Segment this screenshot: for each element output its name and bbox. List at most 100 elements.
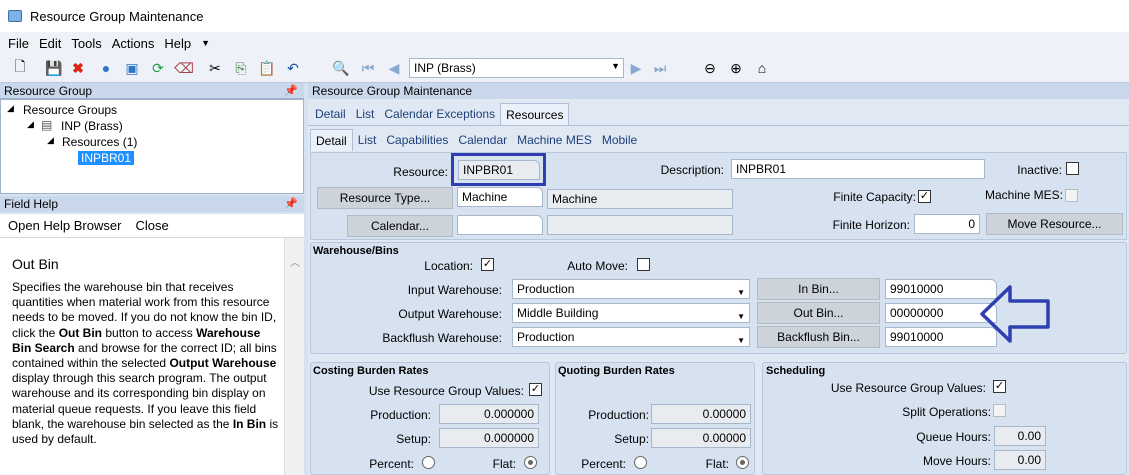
input-warehouse-value: Production: [517, 282, 575, 296]
tab-detail[interactable]: Detail: [310, 103, 351, 125]
queue-hours-field[interactable]: 0.00: [994, 426, 1046, 446]
delete-icon[interactable]: ✖: [68, 58, 88, 78]
subtab-detail[interactable]: Detail: [310, 129, 353, 151]
inactive-checkbox[interactable]: [1066, 162, 1079, 175]
calendar-button[interactable]: Calendar...: [347, 215, 453, 237]
queue-hours-label: Queue Hours:: [916, 430, 991, 444]
calendar-code-field[interactable]: [457, 215, 543, 235]
calendar-desc-field: [547, 215, 733, 235]
menu-overflow-icon[interactable]: ▼: [201, 38, 210, 48]
quoting-production-field[interactable]: 0.00000: [651, 404, 751, 424]
close-help-link[interactable]: Close: [135, 218, 168, 233]
prev-record-icon[interactable]: ◀: [384, 58, 404, 78]
chevron-down-icon: ▼: [737, 312, 745, 321]
chevron-down-icon: ▼: [737, 288, 745, 297]
tab-calendar-exceptions[interactable]: Calendar Exceptions: [379, 103, 500, 125]
copy-icon[interactable]: ⎘: [231, 58, 251, 78]
collapse-icon[interactable]: ◢: [27, 119, 34, 130]
tab-resources[interactable]: Resources: [500, 103, 570, 125]
open-help-browser-link[interactable]: Open Help Browser: [8, 218, 121, 233]
tree-node-selected-resource[interactable]: INPBR01: [78, 151, 135, 165]
quoting-flat-label: Flat:: [705, 457, 729, 471]
clear-icon[interactable]: ⌫: [174, 58, 194, 78]
quoting-flat-radio[interactable]: [736, 456, 749, 469]
save-icon[interactable]: 💾: [44, 58, 64, 78]
auto-move-label: Auto Move:: [567, 259, 628, 273]
inactive-label: Inactive:: [1017, 163, 1062, 177]
attach-icon[interactable]: ▣: [122, 58, 142, 78]
split-operations-checkbox[interactable]: [993, 404, 1006, 417]
pin-icon[interactable]: 📌: [284, 83, 298, 99]
sub-tabs: Detail List Capabilities Calendar Machin…: [310, 129, 642, 151]
auto-move-checkbox[interactable]: [637, 258, 650, 271]
in-bin-button[interactable]: In Bin...: [757, 278, 880, 300]
back-icon[interactable]: ⊖: [700, 58, 720, 78]
undo-icon[interactable]: ↶: [283, 58, 303, 78]
move-hours-field[interactable]: 0.00: [994, 450, 1046, 470]
description-field[interactable]: INPBR01: [731, 159, 985, 179]
menu-edit[interactable]: Edit: [39, 36, 61, 51]
app-icon: [8, 10, 22, 22]
finite-capacity-checkbox[interactable]: ✓: [918, 190, 931, 203]
menu-actions[interactable]: Actions: [112, 36, 155, 51]
comment-icon[interactable]: ●: [96, 58, 116, 78]
split-operations-label: Split Operations:: [902, 405, 991, 419]
menu-file[interactable]: File: [8, 36, 29, 51]
finite-horizon-field[interactable]: 0: [914, 214, 980, 234]
quoting-setup-field[interactable]: 0.00000: [651, 428, 751, 448]
help-scrollbar[interactable]: ︿: [284, 238, 304, 475]
input-warehouse-label: Input Warehouse:: [407, 283, 502, 297]
location-checkbox[interactable]: ✓: [481, 258, 494, 271]
backflush-warehouse-select[interactable]: Production ▼: [512, 327, 750, 347]
scroll-up-icon[interactable]: ︿: [290, 254, 300, 269]
search-icon[interactable]: 🔍: [331, 58, 351, 78]
input-warehouse-select[interactable]: Production ▼: [512, 279, 750, 299]
menu-help[interactable]: Help: [164, 36, 191, 51]
machine-mes-checkbox[interactable]: [1065, 189, 1078, 202]
subtab-list[interactable]: List: [353, 129, 382, 151]
costing-setup-field[interactable]: 0.000000: [439, 428, 539, 448]
scheduling-use-group-checkbox[interactable]: ✓: [993, 380, 1006, 393]
main-panel-title: Resource Group Maintenance: [312, 84, 473, 98]
refresh-icon[interactable]: ⟳: [148, 58, 168, 78]
costing-use-group-checkbox[interactable]: ✓: [529, 383, 542, 396]
menu-tools[interactable]: Tools: [71, 36, 101, 51]
output-warehouse-select[interactable]: Middle Building ▼: [512, 303, 750, 323]
help-text: Specifies the warehouse bin that receive…: [12, 280, 279, 447]
backflush-bin-button[interactable]: Backflush Bin...: [757, 326, 880, 348]
costing-percent-radio[interactable]: [422, 456, 435, 469]
forward-icon[interactable]: ⊕: [726, 58, 746, 78]
collapse-icon[interactable]: ◢: [7, 103, 14, 114]
home-icon[interactable]: ⌂: [752, 58, 772, 78]
subtab-machine-mes[interactable]: Machine MES: [512, 129, 597, 151]
pin-icon[interactable]: 📌: [284, 196, 298, 212]
move-resource-button[interactable]: Move Resource...: [986, 213, 1123, 235]
scheduling-title: Scheduling: [766, 365, 826, 377]
record-nav-combo[interactable]: INP (Brass) ▼: [409, 58, 624, 78]
resource-type-button[interactable]: Resource Type...: [317, 187, 453, 209]
costing-production-field[interactable]: 0.000000: [439, 404, 539, 424]
next-record-icon[interactable]: ▶: [626, 58, 646, 78]
costing-flat-radio[interactable]: [524, 456, 537, 469]
paste-icon[interactable]: 📋: [257, 58, 277, 78]
resource-label: Resource:: [393, 165, 448, 179]
tree-node-resource-groups[interactable]: Resource Groups: [23, 103, 117, 117]
resource-type-code-field[interactable]: Machine: [457, 187, 543, 207]
quoting-percent-radio[interactable]: [634, 456, 647, 469]
cut-icon[interactable]: ✂: [205, 58, 225, 78]
backflush-warehouse-value: Production: [517, 330, 575, 344]
resource-field[interactable]: INPBR01: [458, 160, 540, 180]
first-record-icon[interactable]: ⏮: [358, 58, 378, 78]
tab-list[interactable]: List: [351, 103, 380, 125]
subtab-mobile[interactable]: Mobile: [597, 129, 642, 151]
out-bin-button[interactable]: Out Bin...: [757, 302, 880, 324]
new-icon[interactable]: 🗋: [10, 58, 30, 78]
subtab-calendar[interactable]: Calendar: [453, 129, 512, 151]
collapse-icon[interactable]: ◢: [47, 135, 54, 146]
tree-node-resources[interactable]: Resources (1): [62, 135, 137, 149]
tree-node-group[interactable]: INP (Brass): [61, 119, 123, 133]
costing-use-group-label: Use Resource Group Values:: [368, 384, 524, 398]
tab-divider: [308, 125, 1129, 126]
last-record-icon[interactable]: ⏭: [650, 58, 670, 78]
subtab-capabilities[interactable]: Capabilities: [381, 129, 453, 151]
